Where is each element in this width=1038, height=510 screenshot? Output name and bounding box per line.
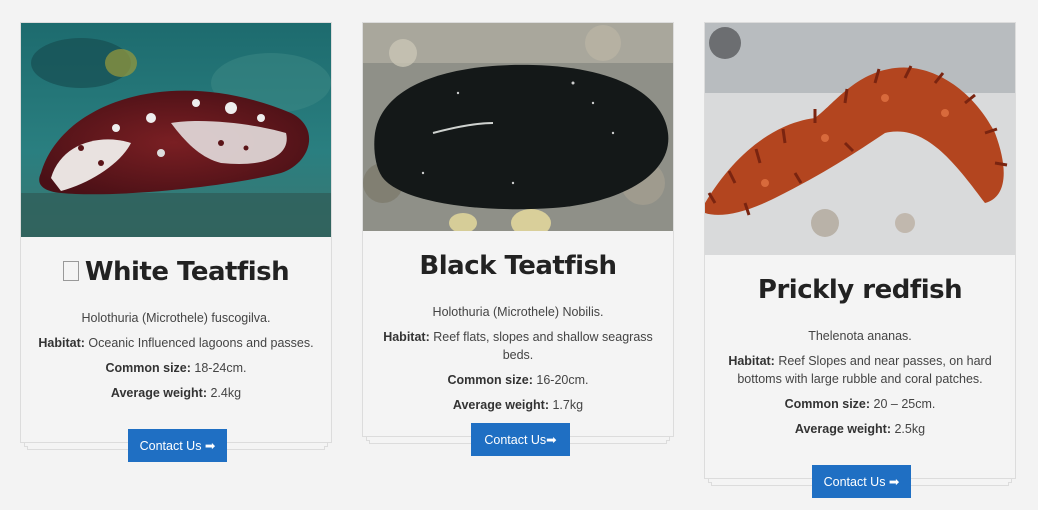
contact-us-button[interactable]: Contact Us➡ [471, 423, 570, 456]
card-title: Black Teatfish [363, 251, 673, 281]
habitat-label: Habitat: [728, 354, 775, 368]
weight-line: Average weight: 1.7kg [367, 396, 669, 414]
product-card-white-teatfish: White Teatfish Holothuria (Microthele) f… [20, 22, 332, 450]
missing-glyph-icon [62, 261, 79, 281]
card-title-text: Prickly redfish [757, 275, 963, 305]
size-value: 16-20cm. [536, 373, 589, 387]
weight-value: 2.4kg [210, 386, 242, 400]
weight-label: Average weight: [794, 422, 891, 436]
card-title: White Teatfish [21, 257, 331, 287]
habitat-line: Habitat: Reef Slopes and near passes, on… [709, 352, 1011, 388]
product-card-black-teatfish: Black Teatfish Holothuria (Microthele) N… [362, 22, 674, 444]
card-details: Holothuria (Microthele) fuscogilva. Habi… [25, 309, 327, 409]
card-title: Prickly redfish [705, 275, 1015, 305]
size-line: Common size: 20 – 25cm. [709, 395, 1011, 413]
contact-us-button[interactable]: Contact Us ➡ [128, 429, 227, 462]
black-teatfish-image [363, 23, 673, 231]
weight-label: Average weight: [452, 398, 549, 412]
habitat-value: Oceanic Influenced lagoons and passes. [88, 336, 314, 350]
scientific-name: Thelenota ananas. [808, 329, 912, 343]
size-line: Common size: 18-24cm. [25, 359, 327, 377]
card-details: Holothuria (Microthele) Nobilis. Habitat… [367, 303, 669, 421]
size-line: Common size: 16-20cm. [367, 371, 669, 389]
size-value: 20 – 25cm. [873, 397, 936, 411]
scientific-name: Holothuria (Microthele) Nobilis. [432, 305, 604, 319]
weight-line: Average weight: 2.5kg [709, 420, 1011, 438]
card-title-text: Black Teatfish [419, 251, 617, 281]
habitat-label: Habitat: [383, 330, 430, 344]
habitat-line: Habitat: Oceanic Influenced lagoons and … [25, 334, 327, 352]
product-card-prickly-redfish: Prickly redfish Thelenota ananas. Habita… [704, 22, 1016, 486]
size-label: Common size: [447, 373, 533, 387]
habitat-label: Habitat: [38, 336, 85, 350]
weight-line: Average weight: 2.4kg [25, 384, 327, 402]
weight-label: Average weight: [110, 386, 207, 400]
size-value: 18-24cm. [194, 361, 247, 375]
white-teatfish-image [21, 23, 331, 237]
scientific-name: Holothuria (Microthele) fuscogilva. [81, 311, 271, 325]
size-label: Common size: [784, 397, 871, 411]
habitat-value: Reef Slopes and near passes, on hard bot… [737, 354, 992, 386]
prickly-redfish-image [705, 23, 1015, 255]
habitat-value: Reef flats, slopes and shallow seagrass … [433, 330, 653, 362]
weight-value: 1.7kg [552, 398, 584, 412]
contact-us-button[interactable]: Contact Us ➡ [812, 465, 911, 498]
card-title-text: White Teatfish [84, 257, 290, 287]
habitat-line: Habitat: Reef flats, slopes and shallow … [367, 328, 669, 364]
weight-value: 2.5kg [894, 422, 926, 436]
size-label: Common size: [105, 361, 191, 375]
card-details: Thelenota ananas. Habitat: Reef Slopes a… [709, 327, 1011, 445]
